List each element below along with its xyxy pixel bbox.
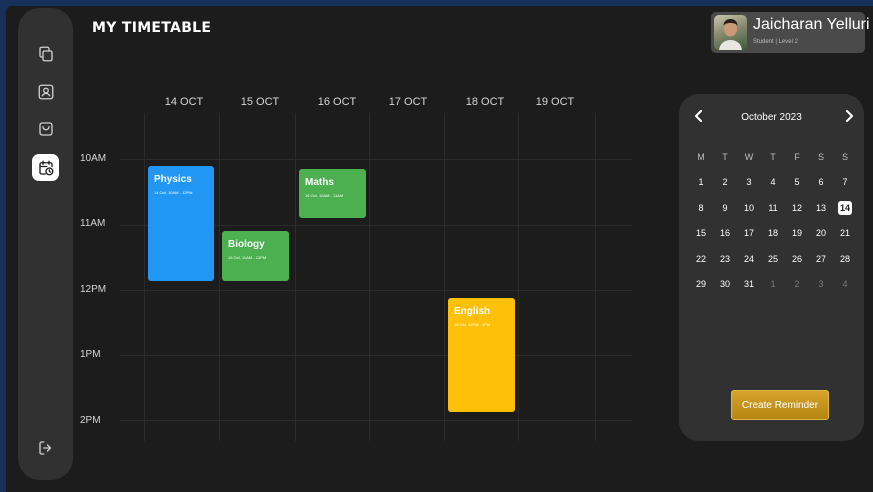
calendar-month: October 2023 [741, 112, 802, 123]
day-header: 17 OCT [388, 96, 428, 108]
day-header: 15 OCT [240, 96, 280, 108]
event-biology[interactable]: Biology 15 Oct, 11AM - 12PM [222, 231, 289, 281]
event-time: 18 Oct, 12PM - 2PM [454, 322, 491, 327]
time-label: 12PM [80, 284, 107, 295]
event-english[interactable]: English 18 Oct, 12PM - 2PM [448, 298, 515, 412]
calendar-day[interactable]: 24 [738, 246, 760, 272]
grid-line [595, 113, 596, 441]
weekday-label: S [817, 151, 824, 162]
event-title: Physics [154, 174, 192, 185]
day-header: 14 OCT [164, 96, 204, 108]
event-time: 16 Oct, 10AM - 11AM [305, 193, 344, 198]
weekday-label: F [794, 151, 800, 162]
sidebar-item-copy[interactable] [32, 40, 59, 67]
profile-icon [38, 84, 53, 99]
calendar-day[interactable]: 7 [834, 170, 856, 196]
calendar-day[interactable]: 15 [690, 221, 712, 247]
calendar-day-selected[interactable]: 14 [834, 195, 856, 221]
time-label: 2PM [80, 415, 101, 426]
calendar-day[interactable]: 3 [738, 170, 760, 196]
time-label: 11AM [80, 218, 106, 229]
weekday-label: S [841, 151, 848, 162]
user-name: Jaicharan Yelluri [753, 16, 870, 33]
day-header: 16 OCT [317, 96, 357, 108]
grid-line [518, 113, 519, 441]
page-title: MY TIMETABLE [92, 20, 212, 36]
calendar-day[interactable]: 20 [810, 221, 832, 247]
day-header: 18 OCT [465, 96, 505, 108]
calendar-day[interactable]: 30 [714, 272, 736, 298]
calendar-clock-icon [38, 160, 53, 175]
calendar-day[interactable]: 17 [738, 221, 760, 247]
logout-icon [38, 440, 51, 455]
calendar-day-next-month[interactable]: 2 [786, 272, 808, 298]
time-label: 10AM [80, 153, 107, 164]
calendar-day[interactable]: 25 [762, 246, 784, 272]
event-title: Maths [305, 177, 334, 188]
user-card[interactable]: Jaicharan Yelluri Student | Level 2 [711, 12, 870, 53]
event-time: 14 Oct, 10AM - 12PM [154, 190, 193, 195]
grid-line [219, 113, 220, 441]
grid-line [120, 420, 632, 421]
calendar-day[interactable]: 11 [762, 195, 784, 221]
time-label: 1PM [80, 349, 101, 360]
calendar-day[interactable]: 23 [714, 246, 736, 272]
grid-line [369, 113, 370, 441]
grid-line [120, 355, 632, 356]
calendar-day[interactable]: 27 [810, 246, 832, 272]
calendar-day[interactable]: 12 [786, 195, 808, 221]
calendar-day[interactable]: 4 [762, 170, 784, 196]
calendar-day[interactable]: 6 [810, 170, 832, 196]
grid-line [120, 159, 632, 160]
calendar-day[interactable]: 19 [786, 221, 808, 247]
user-role: Student | Level 2 [753, 39, 798, 45]
chevron-right-icon [846, 110, 853, 122]
calendar-day[interactable]: 8 [690, 195, 712, 221]
logout-button[interactable] [32, 434, 59, 461]
event-title: Biology [228, 239, 265, 250]
calendar-day[interactable]: 1 [690, 170, 712, 196]
calendar-day[interactable]: 21 [834, 221, 856, 247]
calendar-day[interactable]: 31 [738, 272, 760, 298]
selected-day-label: 14 [838, 200, 852, 215]
grid-line [444, 113, 445, 441]
calendar-day[interactable]: 5 [786, 170, 808, 196]
avatar [714, 15, 747, 50]
weekday-label: M [697, 151, 705, 162]
calendar-day[interactable]: 13 [810, 195, 832, 221]
bag-icon [38, 121, 53, 136]
grid-line [295, 113, 296, 441]
calendar-grid: M T W T F S S 1 2 3 4 5 6 7 8 9 10 11 12… [690, 144, 858, 297]
weekday-label: W [744, 151, 754, 162]
next-month-button[interactable] [841, 108, 857, 124]
calendar-day[interactable]: 2 [714, 170, 736, 196]
calendar-day-next-month[interactable]: 3 [810, 272, 832, 298]
day-header: 19 OCT [535, 96, 575, 108]
calendar-day[interactable]: 10 [738, 195, 760, 221]
sidebar [18, 8, 73, 480]
event-time: 15 Oct, 11AM - 12PM [228, 255, 267, 260]
event-maths[interactable]: Maths 16 Oct, 10AM - 11AM [299, 169, 366, 218]
sidebar-item-profile[interactable] [32, 78, 59, 105]
calendar-day[interactable]: 16 [714, 221, 736, 247]
weekday-label: T [770, 151, 776, 162]
calendar-day-next-month[interactable]: 4 [834, 272, 856, 298]
calendar-day[interactable]: 18 [762, 221, 784, 247]
calendar-day-next-month[interactable]: 1 [762, 272, 784, 298]
grid-line [144, 113, 145, 441]
copy-icon [38, 46, 53, 61]
event-physics[interactable]: Physics 14 Oct, 10AM - 12PM [148, 166, 214, 281]
event-title: English [454, 306, 491, 317]
weekday-label: T [722, 151, 728, 162]
calendar-day[interactable]: 28 [834, 246, 856, 272]
calendar-day[interactable]: 22 [690, 246, 712, 272]
grid-line [120, 290, 632, 291]
sidebar-item-timetable[interactable] [32, 154, 59, 181]
calendar-day[interactable]: 29 [690, 272, 712, 298]
calendar-day[interactable]: 9 [714, 195, 736, 221]
calendar-panel: October 2023 M T W T F S S 1 2 3 4 5 6 7… [679, 94, 864, 441]
sidebar-item-bag[interactable] [32, 115, 59, 142]
create-reminder-button[interactable]: Create Reminder [731, 390, 829, 420]
calendar-day[interactable]: 26 [786, 246, 808, 272]
